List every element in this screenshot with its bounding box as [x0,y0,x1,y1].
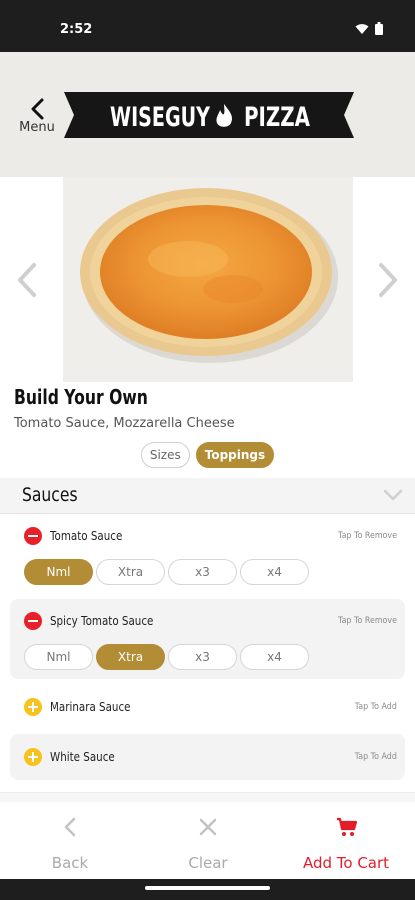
chevron-left-icon [31,98,44,120]
menu-back-label: Menu [19,120,55,135]
wiseguy-pizza-logo: WISEGUY PIZZA [64,92,354,138]
quantity-options: Nml Xtra x3 x4 [24,559,309,585]
remove-icon[interactable] [24,527,42,545]
carousel-prev-icon[interactable] [16,262,38,298]
svg-text:PIZZA: PIZZA [244,102,310,133]
sauce-name: Marinara Sauce [50,700,131,714]
remove-icon[interactable] [24,612,42,630]
home-indicator[interactable] [145,886,270,890]
section-title: Sauces [22,484,78,506]
clear-button[interactable]: Clear [139,802,277,879]
svg-text:WISEGUY: WISEGUY [110,102,210,133]
sauce-row-marinara[interactable]: Marinara Sauce Tap To Add [10,684,405,730]
sauce-action[interactable]: Tap To Remove [338,531,397,541]
option-nml[interactable]: Nml [24,644,93,670]
add-to-cart-button[interactable]: Add To Cart [277,802,415,879]
status-icons [355,22,383,35]
sauce-row-tomato: Tomato Sauce Tap To Remove Nml Xtra x3 x… [10,516,405,596]
system-nav-bar [0,879,415,900]
sauce-name[interactable]: Spicy Tomato Sauce [50,614,153,628]
pizza-image [63,177,353,382]
bottom-action-bar: Back Clear Add To Cart [0,802,415,879]
option-xtra[interactable]: Xtra [96,644,165,670]
sauce-action[interactable]: Tap To Remove [338,616,397,626]
option-x4[interactable]: x4 [240,559,309,585]
option-x3[interactable]: x3 [168,559,237,585]
sauce-row-white[interactable]: White Sauce Tap To Add [10,734,405,780]
quantity-options: Nml Xtra x3 x4 [24,644,309,670]
close-icon [199,818,217,836]
cart-icon [337,817,358,836]
back-button[interactable]: Back [1,802,139,879]
sauce-action[interactable]: Tap To Add [355,702,397,712]
item-description: Tomato Sauce, Mozzarella Cheese [14,416,235,431]
menu-back-button[interactable]: Menu [14,98,60,135]
chevron-left-icon [64,817,76,837]
item-image-carousel[interactable] [0,177,415,382]
add-icon[interactable] [24,698,42,716]
option-nml[interactable]: Nml [24,559,93,585]
status-time: 2:52 [60,22,93,37]
sauce-row-spicy-tomato: Spicy Tomato Sauce Tap To Remove Nml Xtr… [10,599,405,679]
add-to-cart-label: Add To Cart [302,854,390,872]
tab-sizes[interactable]: Sizes [140,442,190,468]
sauce-action[interactable]: Tap To Add [355,752,397,762]
chevron-down-icon [383,489,403,501]
battery-icon [375,22,383,35]
carousel-next-icon[interactable] [377,262,399,298]
add-icon[interactable] [24,748,42,766]
option-x3[interactable]: x3 [168,644,237,670]
divider [0,792,415,802]
back-label: Back [51,854,89,872]
tab-toppings[interactable]: Toppings [195,442,275,468]
option-xtra[interactable]: Xtra [96,559,165,585]
status-bar: 2:52 [0,0,415,52]
sauce-name: White Sauce [50,750,115,764]
item-tabs: Sizes Toppings [0,442,415,468]
item-title: Build Your Own [14,385,148,409]
option-x4[interactable]: x4 [240,644,309,670]
sauce-name[interactable]: Tomato Sauce [50,529,122,543]
sauces-section-header[interactable]: Sauces [0,478,415,514]
wifi-icon [355,23,369,34]
clear-label: Clear [188,854,228,872]
